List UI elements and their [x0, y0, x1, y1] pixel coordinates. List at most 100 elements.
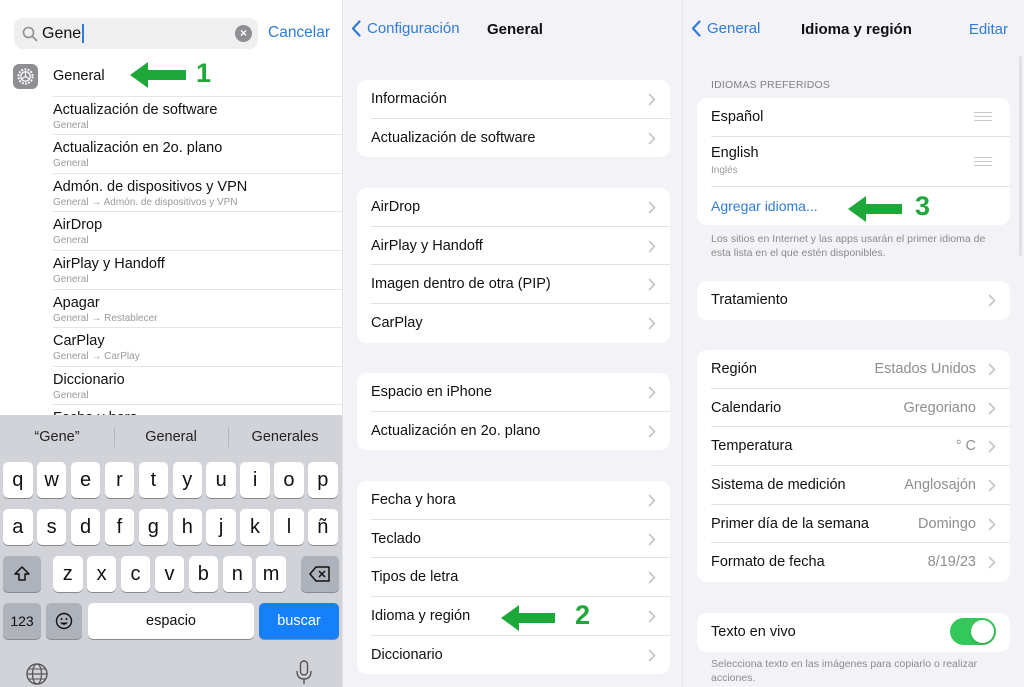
shift-icon[interactable]	[3, 556, 41, 592]
letter-key[interactable]: ñ	[308, 509, 338, 545]
result-item[interactable]: CarPlay General → CarPlay	[53, 328, 342, 367]
result-item[interactable]: AirPlay y Handoff General	[53, 251, 342, 290]
search-key[interactable]: buscar	[259, 603, 339, 639]
result-subtitle: General	[53, 273, 89, 285]
region-setting-row[interactable]: Calendario Gregoriano	[711, 389, 1010, 428]
search-input[interactable]: Gene ×	[14, 18, 258, 49]
result-item[interactable]: Admón. de dispositivos y VPN General → Ad…	[53, 174, 342, 213]
letter-key[interactable]: y	[172, 462, 202, 498]
letter-key[interactable]: s	[36, 509, 67, 545]
result-item[interactable]: AirDrop General	[53, 212, 342, 251]
back-button[interactable]: Configuración	[351, 20, 460, 37]
language-row[interactable]: English Inglés	[711, 137, 1010, 187]
letter-key[interactable]: l	[274, 509, 304, 545]
letter-key[interactable]: p	[308, 462, 338, 498]
region-setting-row[interactable]: Formato de fecha 8/19/23	[711, 543, 1010, 582]
result-item[interactable]: Apagar General → Restablecer	[53, 290, 342, 329]
row-label: Formato de fecha	[711, 554, 825, 571]
settings-group: AirDrop AirPlay y Handoff Imagen dentro de…	[357, 188, 670, 343]
letter-key[interactable]: z	[53, 556, 83, 592]
result-item[interactable]: Actualización de software General	[53, 97, 342, 136]
region-setting-row[interactable]: Temperatura ° C	[711, 427, 1010, 467]
globe-icon[interactable]	[25, 662, 49, 686]
drag-handle-icon[interactable]	[974, 156, 992, 166]
settings-row[interactable]: Imagen dentro de otra (PIP)	[371, 265, 670, 305]
letter-key[interactable]: k	[240, 509, 270, 545]
suggestion-item[interactable]: “Gene”	[0, 415, 114, 459]
letter-key[interactable]: i	[240, 462, 270, 498]
settings-row[interactable]: Fecha y hora	[371, 481, 670, 520]
letter-key[interactable]: u	[206, 462, 236, 498]
letter-key[interactable]: f	[104, 509, 135, 545]
letter-key[interactable]: q	[3, 462, 33, 498]
scrollbar[interactable]	[1019, 56, 1022, 256]
result-title: Diccionario	[53, 371, 125, 388]
letter-key[interactable]: n	[222, 556, 252, 592]
letter-key[interactable]: w	[36, 462, 67, 498]
letter-key[interactable]: m	[256, 556, 286, 592]
chevron-right-icon	[988, 441, 996, 453]
microphone-icon[interactable]	[295, 660, 313, 686]
settings-row[interactable]: Información	[371, 80, 670, 119]
settings-row[interactable]: AirPlay y Handoff	[371, 227, 670, 266]
gear-icon	[13, 64, 38, 89]
treatment-row[interactable]: Tratamiento	[711, 281, 1010, 320]
settings-row[interactable]: Teclado	[371, 520, 670, 559]
row-label: Sistema de medición	[711, 477, 846, 494]
result-item[interactable]: Actualización en 2o. plano General	[53, 135, 342, 174]
letter-key[interactable]: d	[70, 509, 101, 545]
row-label: CarPlay	[371, 315, 423, 332]
annotation-step-2: 2	[575, 600, 591, 630]
result-item[interactable]: Diccionario General	[53, 367, 342, 406]
row-label: AirPlay y Handoff	[371, 237, 483, 254]
clear-icon[interactable]: ×	[235, 25, 252, 42]
letter-key[interactable]: e	[70, 462, 101, 498]
annotation-arrow-icon	[501, 605, 555, 631]
edit-button[interactable]: Editar	[969, 21, 1008, 38]
letter-key[interactable]: g	[138, 509, 169, 545]
letter-key[interactable]: o	[274, 462, 304, 498]
chevron-right-icon	[648, 533, 656, 545]
letter-key[interactable]: c	[120, 556, 151, 592]
language-region-panel: General Idioma y región Editar IDIOMAS P…	[682, 0, 1024, 687]
letter-key[interactable]: h	[172, 509, 202, 545]
delete-icon[interactable]	[301, 556, 339, 592]
annotation-step-1: 1	[196, 58, 212, 88]
letter-key[interactable]: b	[188, 556, 219, 592]
settings-row[interactable]: CarPlay	[371, 304, 670, 343]
numbers-key[interactable]: 123	[3, 603, 41, 639]
chevron-right-icon	[648, 240, 656, 252]
live-text-row: Texto en vivo	[711, 613, 1010, 652]
divider	[228, 427, 229, 447]
suggestion-item[interactable]: General	[114, 415, 228, 459]
letter-key[interactable]: a	[3, 509, 33, 545]
chevron-right-icon	[988, 363, 996, 376]
settings-row[interactable]: Espacio en iPhone	[371, 373, 670, 412]
cancel-button[interactable]: Cancelar	[268, 24, 330, 42]
add-language-link[interactable]: Agregar idioma...	[711, 198, 818, 214]
settings-row[interactable]: Diccionario	[371, 636, 670, 675]
live-text-toggle[interactable]	[950, 618, 996, 645]
search-results: General Actualización de software General…	[0, 58, 342, 444]
region-setting-row[interactable]: Primer día de la semana Domingo	[711, 505, 1010, 544]
back-label: General	[707, 20, 761, 37]
suggestion-item[interactable]: Generales	[228, 415, 342, 459]
space-key[interactable]: espacio	[88, 603, 254, 639]
emoji-icon[interactable]	[46, 603, 82, 639]
language-row[interactable]: Español	[711, 98, 1010, 137]
letter-key[interactable]: v	[154, 556, 185, 592]
settings-row[interactable]: Tipos de letra	[371, 558, 670, 598]
drag-handle-icon[interactable]	[974, 112, 992, 121]
region-setting-row[interactable]: Sistema de medición Anglosajón	[711, 466, 1010, 505]
letter-key[interactable]: j	[206, 509, 236, 545]
region-setting-row[interactable]: Región Estados Unidos	[711, 350, 1010, 389]
back-button[interactable]: General	[691, 20, 760, 37]
settings-row[interactable]: AirDrop	[371, 188, 670, 227]
settings-row[interactable]: Actualización de software	[371, 119, 670, 158]
letter-key[interactable]: t	[138, 462, 169, 498]
settings-row[interactable]: Actualización en 2o. plano	[371, 412, 670, 451]
letter-key[interactable]: r	[104, 462, 135, 498]
letter-key[interactable]: x	[86, 556, 117, 592]
row-label: AirDrop	[371, 199, 421, 215]
row-value: ° C	[955, 438, 976, 455]
